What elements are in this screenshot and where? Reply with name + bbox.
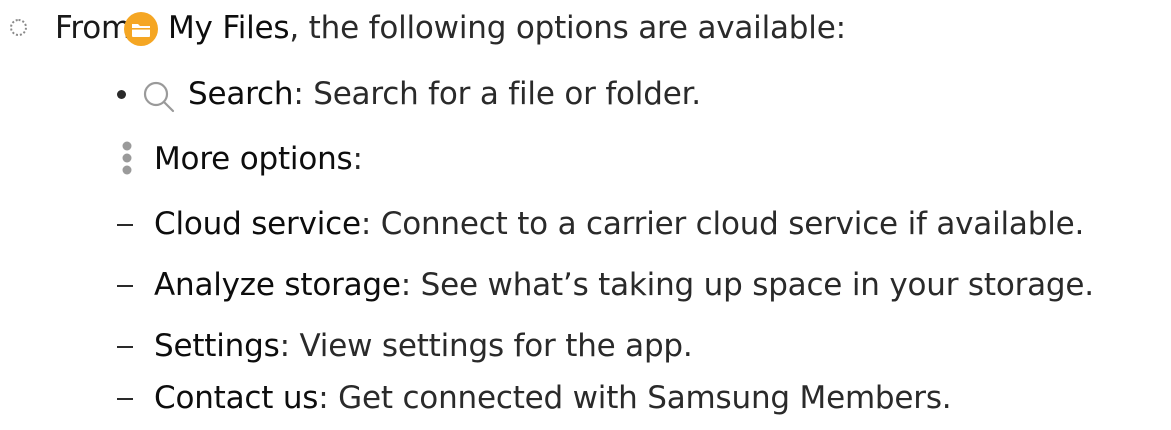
search-icon [143,81,175,113]
more-options-icon [122,141,132,175]
bullet-icon [117,90,126,99]
sub-option-contact-us: Contact us: Get connected with Samsung M… [0,370,1171,426]
option-term: More options [154,141,353,177]
sub-option-description: : Get connected with Samsung Members. [318,380,952,416]
option-term: Search [188,76,294,112]
intro-suffix: , the following options are available: [289,10,846,46]
dash-bullet [117,285,133,287]
instruction-document: From My Files, the following options are… [0,0,1171,430]
sub-option-analyze-storage: Analyze storage: See what’s taking up sp… [0,257,1171,313]
option-search: Search: Search for a file or folder. [0,66,1171,122]
dash-bullet [117,398,133,400]
option-more-options: More options: [0,131,1171,187]
sub-option-term: Analyze storage [154,267,401,303]
sub-option-term: Contact us [154,380,319,416]
sub-option-term: Cloud service [154,206,361,242]
folder-icon [124,12,158,46]
sub-option-term: Settings [154,328,280,364]
dash-bullet [117,224,133,226]
sub-option-description: : View settings for the app. [279,328,693,364]
sub-option-description: : See what’s taking up space in your sto… [400,267,1094,303]
app-name: My Files [168,10,290,46]
option-description: : [352,141,363,177]
step-circle-icon [10,19,27,36]
intro-prefix: From [55,10,132,46]
dash-bullet [117,346,133,348]
option-description: : Search for a file or folder. [293,76,701,112]
sub-option-description: : Connect to a carrier cloud service if … [360,206,1085,242]
sub-option-settings: Settings: View settings for the app. [0,318,1171,374]
intro-step: From My Files, the following options are… [0,0,1171,56]
sub-option-cloud-service: Cloud service: Connect to a carrier clou… [0,196,1171,252]
